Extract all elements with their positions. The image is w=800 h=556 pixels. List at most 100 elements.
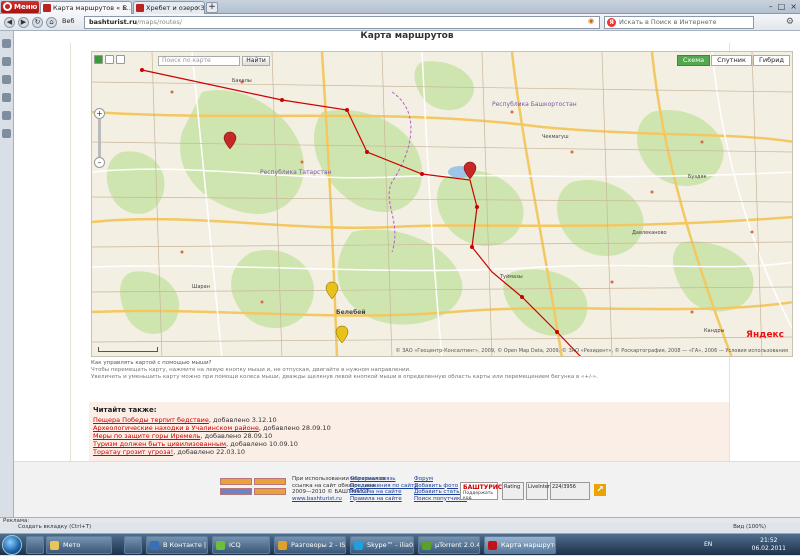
close-window-icon[interactable]: × [790, 2, 797, 11]
label-buzdyak: Буздяк [688, 174, 707, 180]
taskbar-folder[interactable]: Мето [46, 536, 112, 554]
map-search-input[interactable]: Поиск по карте [158, 56, 240, 66]
language-indicator[interactable]: EN [704, 541, 712, 548]
article-link[interactable]: Туризм должен быть цивилизованным [93, 440, 226, 448]
windows-taskbar: Мето В Контакте | Кар... ICQ Разговоры 2… [0, 533, 800, 555]
article-date: , добавлено 28.09.10 [200, 432, 273, 440]
logo-text: БАШТУРИСТ [463, 484, 507, 491]
partner-banner-2[interactable] [254, 478, 286, 485]
taskbar-utorrent[interactable]: µTorrent 2.0.4 [418, 536, 480, 554]
yandex-search-icon: Я [607, 18, 616, 27]
zoom-in-button[interactable]: + [94, 108, 105, 119]
article-link[interactable]: Пещера Победы терпит бедствие [93, 416, 209, 424]
opera-icon [488, 541, 497, 550]
article-date: , добавлено 22.03.10 [173, 448, 246, 456]
forward-icon[interactable]: ▶ [18, 17, 29, 28]
map-tools [94, 55, 125, 64]
label-bashkortostan: Республика Башкортостан [492, 101, 577, 108]
help-line-2: Увеличить и уменьшить карту можно при по… [91, 374, 598, 380]
counter-visits[interactable]: 224/3956 [550, 482, 590, 500]
map-find-button[interactable]: Найти [242, 56, 270, 66]
list-item: Археологические находки в Учалинском рай… [93, 424, 729, 432]
ruler-tool-icon[interactable] [105, 55, 114, 64]
clock[interactable]: 21:52 06.02.2011 [752, 537, 786, 553]
search-placeholder: Искать в Поиск в Интернете [619, 18, 717, 26]
partner-banner-4[interactable] [254, 488, 286, 495]
taskbar-opera[interactable]: Карта маршрутов... [484, 536, 556, 554]
panels-icon[interactable] [2, 129, 11, 138]
zoom-level[interactable]: Вид (100%) [733, 523, 766, 532]
add-article-link[interactable]: Добавить статью [414, 489, 467, 496]
skype-icon [354, 541, 363, 550]
new-tab-button[interactable]: + [206, 2, 218, 13]
tab-routes-map[interactable]: Карта маршрутов « Б... × [40, 1, 132, 14]
reload-icon[interactable]: ↻ [32, 17, 43, 28]
bottom-bar: Создать вкладку (Ctrl+T) Вид (100%) [0, 523, 800, 533]
start-button[interactable] [2, 535, 22, 555]
media-icon[interactable] [124, 536, 142, 554]
search-input[interactable]: Я Искать в Поиск в Интернете [604, 16, 754, 29]
chat-icon [278, 541, 287, 550]
taskbar-vkontakte[interactable]: В Контакте | Кар... [146, 536, 208, 554]
utorrent-icon [422, 541, 431, 550]
read-also-block: Читайте также: Пещера Победы терпит бедс… [89, 402, 729, 464]
home-icon[interactable]: ⌂ [46, 17, 57, 28]
read-also-title: Читайте также: [93, 406, 157, 414]
opera-logo-icon [3, 2, 12, 11]
opera-menu-button[interactable]: Меню [1, 1, 39, 13]
partner-banner-1[interactable] [220, 478, 252, 485]
rules-link[interactable]: Правила на сайте [350, 496, 417, 503]
widgets-icon[interactable] [2, 57, 11, 66]
counter-rating[interactable]: Rating [502, 482, 524, 500]
yandex-logo[interactable]: Яндекс [746, 330, 784, 340]
article-link[interactable]: Меры по защите горы Иремель [93, 432, 200, 440]
zoom-out-button[interactable]: – [94, 157, 105, 168]
counter-liveinternet[interactable]: LiveInternet [526, 482, 558, 500]
map-type-scheme[interactable]: Схема [676, 55, 711, 66]
article-link[interactable]: Археологические находки в Учалинском рай… [93, 424, 259, 432]
bashturist-logo[interactable]: БАШТУРИСТ Поддержать код [460, 482, 507, 501]
travel-companions-link[interactable]: Поиск попутчиков [414, 496, 467, 503]
map-type-satellite[interactable]: Спутник [711, 55, 752, 66]
footer-links-2: Форум Добавить фото Добавить статью Поис… [414, 476, 467, 502]
back-icon[interactable]: ◀ [4, 17, 15, 28]
favicon-icon [43, 4, 51, 12]
taskbar-label: Карта маршрутов... [501, 541, 555, 549]
close-tab-icon[interactable]: × [195, 2, 201, 14]
close-tab-icon[interactable]: × [122, 2, 128, 14]
downloads-icon[interactable] [2, 93, 11, 102]
tab-bar: Меню Карта маршрутов « Б... × Хребет и оз… [0, 0, 800, 14]
label-sharan: Шаран [192, 284, 210, 290]
zoom-slider[interactable] [98, 119, 101, 157]
taskbar-conversations[interactable]: Разговоры 2 - ISA [274, 536, 346, 554]
settings-gear-icon[interactable]: ⚙ [786, 17, 794, 27]
article-link[interactable]: Торатау грозит угроза! [93, 448, 173, 456]
map-canvas[interactable]: Республика Башкортостан Республика Татар… [92, 52, 793, 357]
map-type-switcher: Схема Спутник Гибрид [676, 55, 790, 66]
browser-icon [150, 541, 159, 550]
yandex-map[interactable]: Республика Башкортостан Республика Татар… [91, 51, 793, 357]
maximize-icon[interactable]: □ [778, 2, 786, 11]
taskbar-icq[interactable]: ICQ [212, 536, 270, 554]
rss-icon[interactable]: ◉ [588, 17, 594, 25]
address-bar[interactable]: bashturist.ru/maps/routes/ [84, 16, 600, 29]
show-desktop-icon[interactable] [26, 536, 44, 554]
partner-banner-3[interactable] [220, 488, 252, 495]
magnifier-tool-icon[interactable] [116, 55, 125, 64]
map-type-hybrid[interactable]: Гибрид [752, 55, 790, 66]
history-icon[interactable] [2, 111, 11, 120]
up-arrow-icon[interactable]: ↗ [594, 484, 606, 496]
notes-icon[interactable] [2, 75, 11, 84]
clock-date: 06.02.2011 [751, 545, 786, 552]
new-tab-hint[interactable]: Создать вкладку (Ctrl+T) [18, 524, 91, 530]
tab-zyuratkul[interactable]: Хребет и озеро Зюраткуль...× [133, 1, 205, 14]
label-belebey: Белебей [336, 309, 366, 316]
clock-time: 21:52 [760, 537, 778, 544]
taskbar-skype[interactable]: Skype™ - ilia00011 [350, 536, 414, 554]
taskbar-label: ICQ [229, 541, 241, 549]
minimize-icon[interactable]: – [769, 2, 773, 11]
hand-tool-icon[interactable] [94, 55, 103, 64]
bookmarks-icon[interactable] [2, 39, 11, 48]
web-label: Веб [62, 17, 75, 25]
label-tatarstan: Республика Татарстан [260, 169, 332, 176]
